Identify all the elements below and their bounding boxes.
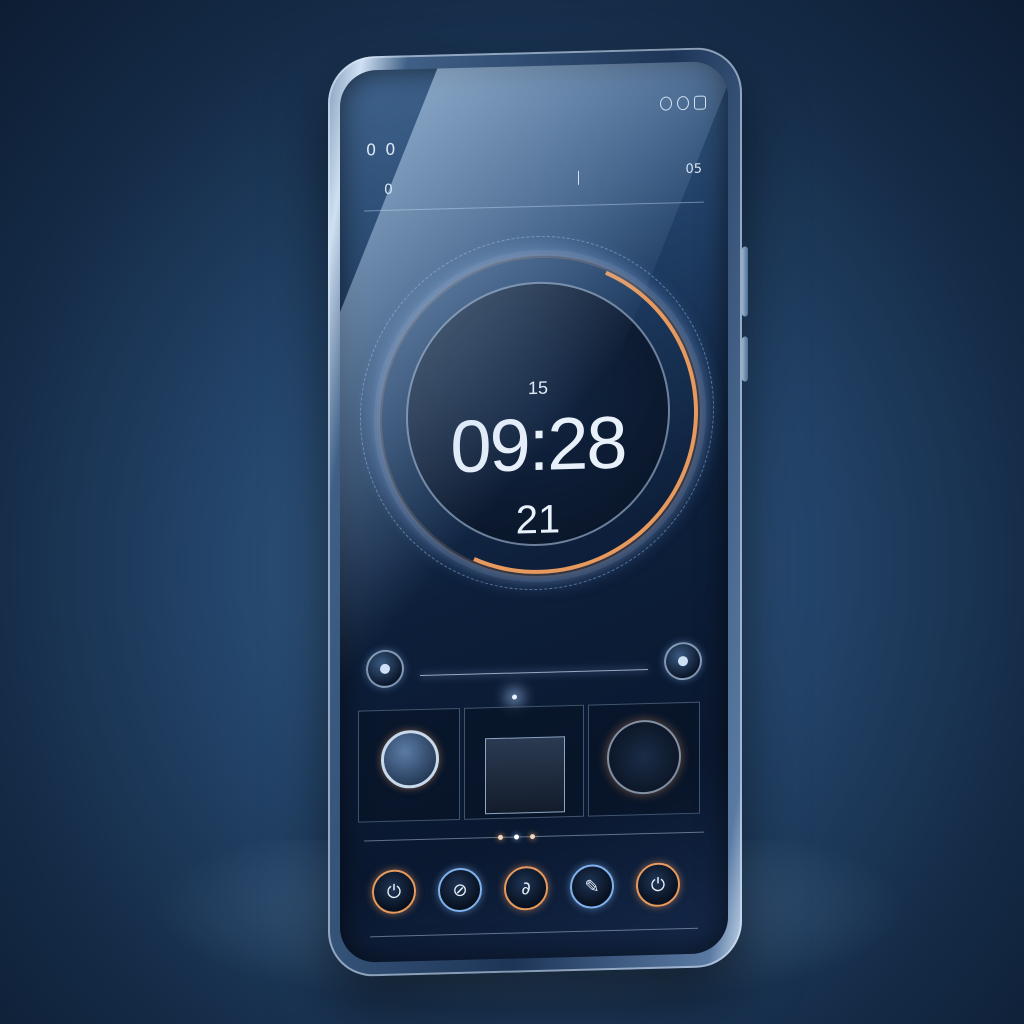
lock-icon: ⊘ [452,879,468,901]
dot-icon [678,655,688,667]
status-second-left: 0 [384,181,393,198]
page-dot[interactable] [530,834,535,840]
ring-icon [660,96,672,111]
status-tick [578,170,579,185]
battery-icon [694,95,706,110]
bottom-line [370,927,698,938]
link-icon: ∂ [521,877,531,899]
control-divider [420,669,648,677]
status-right-value: 05 [685,161,702,178]
status-icons [660,95,706,111]
clock-day-label: 21 [515,497,561,543]
dot-icon [380,663,390,675]
power-icon: ⏻ [386,881,402,903]
clock-time: 09:28 [450,400,626,489]
page-dot[interactable] [498,834,503,840]
status-divider [364,201,704,212]
knob-dial[interactable] [381,729,439,790]
status-top-left: 0 0 [366,139,398,160]
right-control-button[interactable] [664,641,702,681]
dock-link-button[interactable]: ∂ [504,865,548,911]
gauge-widget[interactable] [588,701,700,817]
left-control-button[interactable] [366,649,404,689]
dock-power-button[interactable]: ⏻ [372,869,416,915]
knob-widget[interactable] [358,707,460,823]
ring-icon [677,95,689,111]
power-icon: ⏻ [650,874,666,896]
phone-device: 0 0 0 05 15 09:28 21 ⏻ ⊘ ∂ ✎ ⏻ [328,46,748,978]
pen-icon: ✎ [584,875,600,898]
glow-dot [512,694,517,700]
dock-lock-button[interactable]: ⊘ [438,867,482,913]
chip-widget[interactable] [464,704,584,820]
chip-card [485,736,565,815]
volume-button[interactable] [742,246,748,317]
clock-widget: 15 09:28 21 [340,210,728,621]
page-dot[interactable] [514,834,519,840]
dock-power-button-2[interactable]: ⏻ [636,862,680,908]
gauge-dial[interactable] [607,719,681,796]
power-side-button[interactable] [742,336,748,382]
lock-screen: 0 0 0 05 15 09:28 21 ⏻ ⊘ ∂ ✎ ⏻ [340,60,728,964]
dock-pen-button[interactable]: ✎ [570,863,614,910]
